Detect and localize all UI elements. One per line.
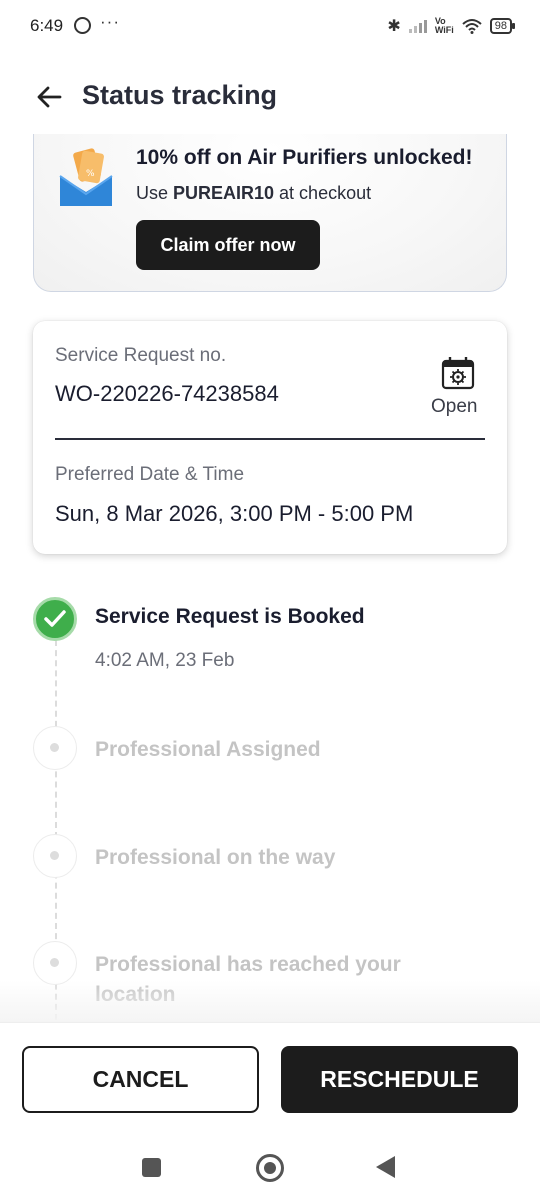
- status-bar: 6:49 ··· ✱ Vo WiFi 98: [0, 0, 540, 52]
- step-done-check-icon: [33, 597, 77, 641]
- reschedule-button[interactable]: RESCHEDULE: [281, 1046, 518, 1113]
- arrow-left-icon[interactable]: [34, 82, 64, 112]
- recents-icon[interactable]: [142, 1158, 161, 1177]
- timeline-step-title: Professional on the way: [95, 846, 336, 869]
- wifi-icon: [462, 19, 482, 34]
- service-request-number: WO-220226-74238584: [55, 381, 279, 406]
- claim-offer-button[interactable]: Claim offer now: [136, 220, 320, 270]
- open-label[interactable]: Open: [431, 396, 477, 418]
- status-icons: ✱ Vo WiFi 98: [387, 14, 516, 38]
- bluetooth-icon: ✱: [387, 18, 401, 35]
- service-request-label: Service Request no.: [55, 345, 227, 366]
- service-request-card: Service Request no. WO-220226-74238584 O…: [33, 321, 507, 554]
- back-triangle-icon[interactable]: [376, 1156, 395, 1178]
- timeline-step-time: 4:02 AM, 23 Feb: [95, 650, 235, 671]
- step-pending-dot-icon: [33, 726, 77, 770]
- battery-icon: 98: [489, 18, 516, 34]
- offer-subtitle: Use PUREAIR10 at checkout: [136, 183, 372, 203]
- calendar-gear-icon[interactable]: [441, 356, 475, 390]
- system-nav-bar: [0, 1140, 540, 1200]
- signal-icon: [408, 19, 427, 33]
- coupon-envelope-icon: %: [59, 148, 113, 206]
- whatsapp-icon: [74, 17, 91, 34]
- timeline-step-title: Professional Assigned: [95, 738, 321, 761]
- offer-banner[interactable]: % 10% off on Air Purifiers unlocked! Use…: [33, 134, 507, 292]
- cancel-button[interactable]: CANCEL: [22, 1046, 259, 1113]
- step-pending-dot-icon: [33, 941, 77, 985]
- step-pending-dot-icon: [33, 834, 77, 878]
- app-header: Status tracking: [0, 70, 540, 126]
- coupon-code: PUREAIR10: [173, 183, 275, 203]
- offer-title: 10% off on Air Purifiers unlocked!: [136, 146, 473, 169]
- more-notifications-icon: ···: [100, 12, 120, 31]
- svg-text:%: %: [86, 169, 95, 179]
- check-icon: [44, 610, 66, 627]
- preferred-date-label: Preferred Date & Time: [55, 464, 245, 485]
- home-icon[interactable]: [256, 1154, 284, 1182]
- vowifi-icon: Vo WiFi: [434, 16, 454, 35]
- status-time: 6:49: [30, 16, 64, 35]
- card-divider: [55, 438, 485, 440]
- page-title: Status tracking: [82, 80, 278, 110]
- scroll-fade: [0, 980, 540, 1024]
- preferred-date-value: Sun, 8 Mar 2026, 3:00 PM - 5:00 PM: [55, 501, 414, 526]
- timeline-step-title: Service Request is Booked: [95, 605, 365, 628]
